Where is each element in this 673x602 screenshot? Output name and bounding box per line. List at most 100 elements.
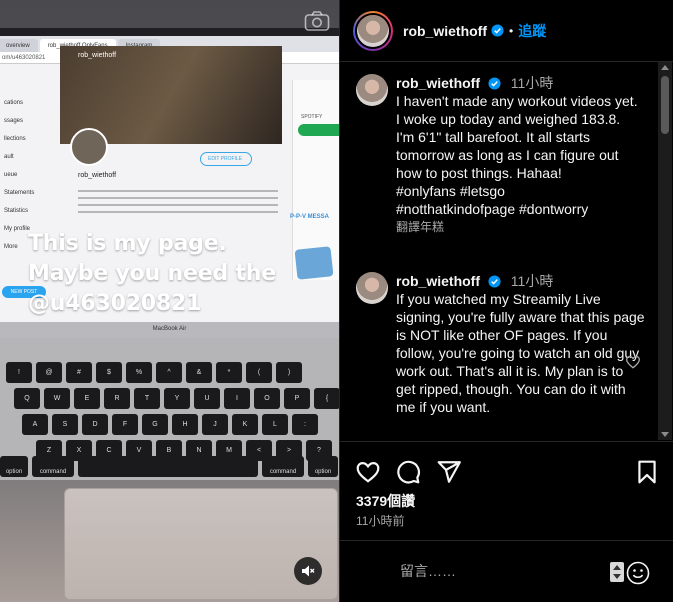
key-space (78, 456, 258, 477)
comment-username[interactable]: rob_wiethoff (396, 75, 480, 91)
key-command: command (32, 456, 74, 477)
profile-bio (78, 190, 278, 218)
key-row: Q W E R T Y U I O P { (14, 388, 339, 409)
key: W (44, 388, 70, 409)
verified-badge-icon (488, 77, 501, 90)
comment: rob_wiethoff 11小時 If you watched my Stre… (356, 272, 646, 416)
key-row: option command command option (0, 456, 338, 477)
comment-form (340, 540, 673, 602)
key: G (142, 414, 168, 435)
input-stepper[interactable] (610, 562, 624, 582)
key: I (224, 388, 250, 409)
separator-dot: • (509, 23, 514, 38)
key: Q (14, 388, 40, 409)
key-row: A S D F G H J K L : (22, 414, 318, 435)
scroll-down-arrow-icon[interactable] (661, 432, 669, 437)
key: S (52, 414, 78, 435)
post-media[interactable]: overview rob_wiethoff OnlyFans Instagram… (0, 0, 339, 602)
key: ) (276, 362, 302, 383)
key: % (126, 362, 152, 383)
post-header: rob_wiethoff • 追蹤 (340, 0, 673, 62)
profile-username: rob_wiethoff (78, 172, 117, 179)
laptop-bezel: MacBook Air (0, 322, 339, 338)
comment-list[interactable]: rob_wiethoff 11小時 I haven't made any wor… (340, 62, 673, 440)
key: ^ (156, 362, 182, 383)
profile-avatar (70, 128, 108, 166)
site-nav-item: Statements (4, 190, 35, 196)
key: D (82, 414, 108, 435)
key: ! (6, 362, 32, 383)
stepper-up-icon[interactable] (613, 565, 621, 570)
comment-username[interactable]: rob_wiethoff (396, 273, 480, 289)
key-row: ! @ # $ % ^ & * ( ) (6, 362, 302, 383)
spotify-label: SPOTIFY (301, 114, 323, 120)
site-nav-item: ueue (4, 172, 18, 178)
site-nav-item: llections (4, 136, 26, 142)
like-heart-icon[interactable] (355, 459, 381, 485)
spotify-button (298, 124, 339, 136)
avatar-image (357, 14, 389, 47)
key: # (66, 362, 92, 383)
key-option: option (308, 456, 338, 477)
key: { (314, 388, 339, 409)
site-nav-item: ault (4, 154, 14, 160)
key: R (104, 388, 130, 409)
stepper-down-icon[interactable] (613, 574, 621, 579)
caption-comment: rob_wiethoff 11小時 I haven't made any wor… (356, 74, 646, 236)
keyboard: ! @ # $ % ^ & * ( ) Q W E R T Y U I O P … (0, 338, 339, 480)
like-comment-heart-icon[interactable] (625, 354, 641, 370)
key: @ (36, 362, 62, 383)
camera-icon (304, 10, 330, 32)
scroll-up-arrow-icon[interactable] (661, 65, 669, 70)
key: E (74, 388, 100, 409)
key: Y (164, 388, 190, 409)
overlay-caption: This is my page. Maybe you need the @u46… (28, 231, 276, 316)
share-paper-plane-icon[interactable] (436, 459, 462, 485)
key: P (284, 388, 310, 409)
comment-time: 11小時 (510, 273, 554, 289)
trackpad (64, 488, 338, 600)
post-panel: rob_wiethoff • 追蹤 rob_wiethoff 11小時 I ha… (339, 0, 673, 602)
translate-link[interactable]: 翻譯年糕 (396, 218, 646, 236)
verified-badge-icon (488, 275, 501, 288)
comment-scrollbar[interactable] (658, 62, 672, 440)
key: : (292, 414, 318, 435)
save-bookmark-icon[interactable] (634, 459, 660, 485)
key: F (112, 414, 138, 435)
key-command: command (262, 456, 304, 477)
edit-profile-button: EDIT PROFILE (200, 152, 252, 166)
comment-text: If you watched my Streamily Live signing… (396, 291, 645, 415)
scrollbar-thumb[interactable] (661, 76, 669, 134)
cover-username: rob_wiethoff (78, 52, 117, 59)
key: J (202, 414, 228, 435)
key: K (232, 414, 258, 435)
comment-input[interactable] (400, 563, 600, 579)
browser-tab: overview (0, 39, 38, 52)
ppv-label: P-P-V MESSA (290, 214, 330, 220)
comment-avatar[interactable] (356, 74, 388, 106)
key: A (22, 414, 48, 435)
site-nav-item: Statistics (4, 208, 29, 214)
key: * (216, 362, 242, 383)
comment-time: 11小時 (510, 75, 554, 91)
follow-button[interactable]: 追蹤 (518, 21, 546, 41)
site-nav-item: cations (4, 100, 24, 106)
key: O (254, 388, 280, 409)
verified-badge-icon (491, 24, 504, 37)
key: ( (246, 362, 272, 383)
key: H (172, 414, 198, 435)
like-count[interactable]: 3379個讚 (356, 491, 415, 511)
key: L (262, 414, 288, 435)
comment-bubble-icon[interactable] (395, 459, 421, 485)
mute-button[interactable] (294, 557, 322, 585)
speaker-muted-icon (302, 565, 315, 577)
emoji-icon[interactable] (626, 561, 650, 585)
key: $ (96, 362, 122, 383)
post-timestamp: 11小時前 (356, 514, 405, 528)
header-username[interactable]: rob_wiethoff (403, 23, 487, 39)
comment-text: I haven't made any workout videos yet. I… (396, 93, 638, 217)
comment-avatar[interactable] (356, 272, 388, 304)
avatar[interactable] (353, 10, 393, 51)
site-nav-item: ssages (4, 118, 24, 124)
key: & (186, 362, 212, 383)
